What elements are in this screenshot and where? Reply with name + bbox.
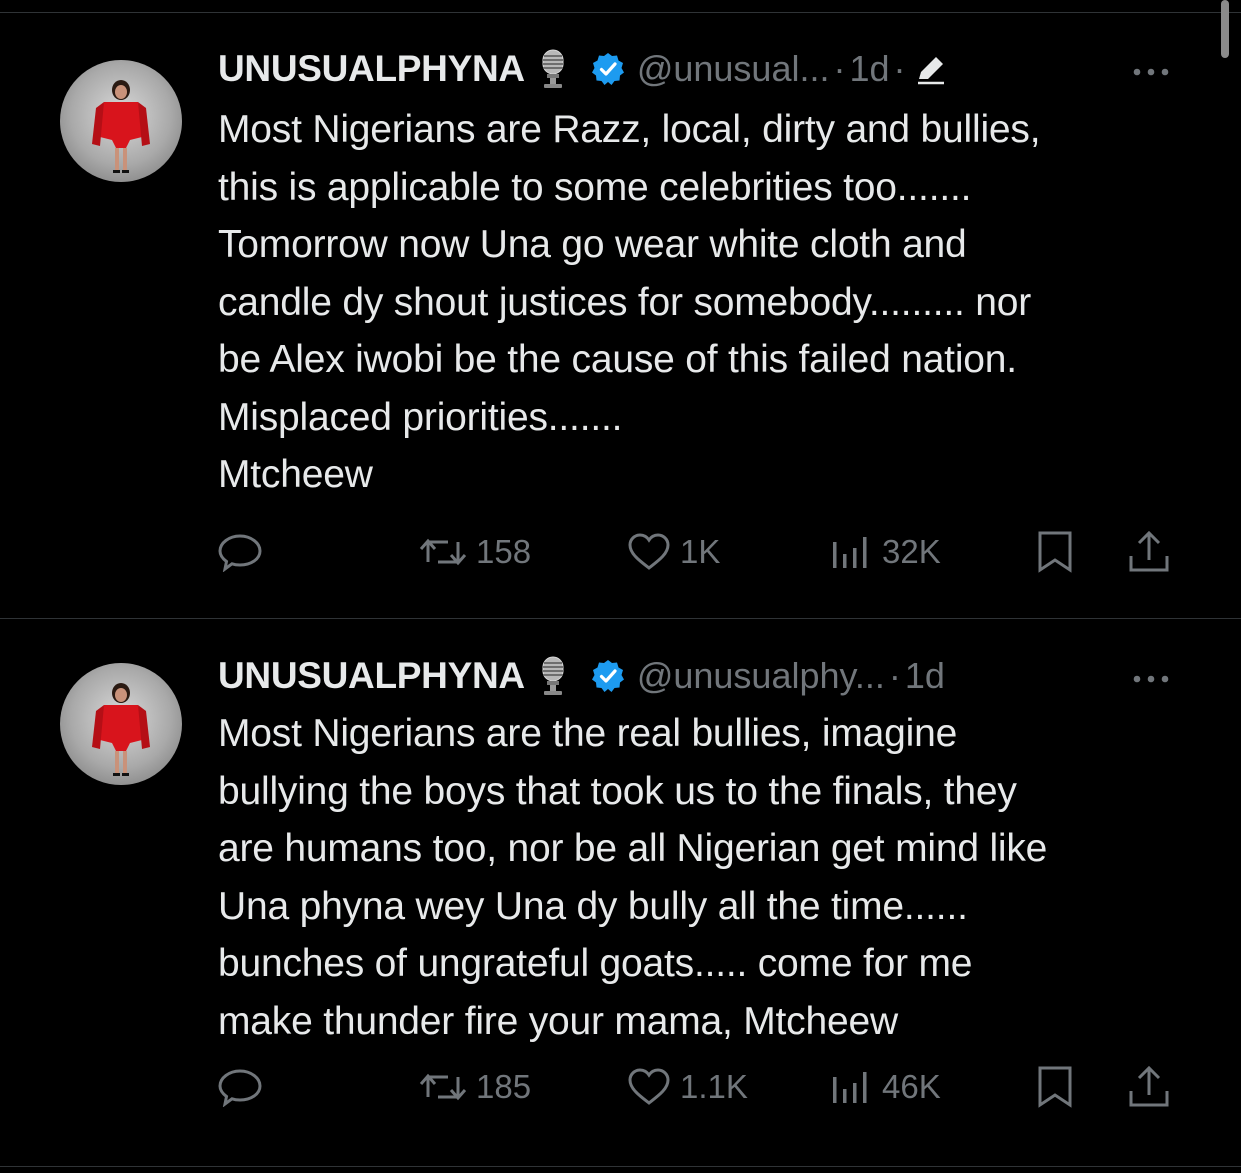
- more-icon[interactable]: [1131, 672, 1171, 684]
- views-count: 32K: [882, 533, 941, 570]
- tweet-text: Most Nigerians are Razz, local, dirty an…: [218, 108, 1041, 496]
- tweet-divider: [0, 618, 1241, 619]
- separator-dot: ·: [888, 655, 901, 696]
- reply-icon: [218, 1069, 262, 1107]
- tweet-text: Most Nigerians are the real bullies, ima…: [218, 712, 1048, 1043]
- bookmark-icon: [1038, 531, 1072, 573]
- avatar-image: [92, 80, 150, 173]
- retweet-icon: [419, 538, 467, 566]
- reply-button[interactable]: [218, 527, 264, 577]
- views-button[interactable]: 46K: [830, 1062, 941, 1112]
- share-button[interactable]: [1126, 1062, 1172, 1112]
- display-name[interactable]: UNUSUALPHYNA: [218, 48, 525, 90]
- share-icon: [1129, 530, 1169, 572]
- reply-icon: [218, 534, 262, 572]
- tweet-divider: [0, 1166, 1241, 1167]
- like-icon: [628, 1068, 670, 1105]
- avatar[interactable]: [60, 60, 182, 182]
- avatar-image: [92, 683, 150, 776]
- like-button[interactable]: 1.1K: [626, 1062, 748, 1112]
- retweet-icon: [419, 1073, 467, 1101]
- like-icon: [628, 533, 670, 570]
- share-button[interactable]: [1126, 527, 1172, 577]
- tweet-header: UNUSUALPHYNA @unusualphy... · 1d: [218, 652, 945, 700]
- timestamp[interactable]: 1d: [849, 48, 889, 90]
- retweet-button[interactable]: 158: [418, 527, 531, 577]
- views-icon: [833, 1072, 867, 1103]
- bookmark-icon: [1038, 1066, 1072, 1108]
- separator-dot: ·: [833, 48, 846, 89]
- microphone-emoji-icon: [537, 656, 569, 696]
- reply-button[interactable]: [218, 1062, 264, 1112]
- views-icon: [833, 537, 867, 568]
- views-button[interactable]: 32K: [830, 527, 941, 577]
- tweet-actions: 158 1K 32K: [0, 527, 1241, 577]
- user-handle[interactable]: @unusualphy...: [637, 655, 885, 697]
- bookmark-button[interactable]: [1036, 1062, 1074, 1112]
- tweet-actions: 185 1.1K 46K: [0, 1062, 1241, 1112]
- verified-badge-icon[interactable]: [591, 659, 625, 693]
- more-icon[interactable]: [1131, 65, 1171, 77]
- display-name[interactable]: UNUSUALPHYNA: [218, 655, 525, 697]
- like-count: 1.1K: [680, 1068, 748, 1105]
- avatar[interactable]: [60, 663, 182, 785]
- edit-pencil-icon[interactable]: [914, 52, 948, 86]
- views-count: 46K: [882, 1068, 941, 1105]
- tweet[interactable]: UNUSUALPHYNA @unusualphy... · 1d Most Ni…: [0, 620, 1241, 1165]
- retweet-count: 185: [476, 1068, 532, 1105]
- tweet[interactable]: UNUSUALPHYNA @unusual... · 1d · Most Nig…: [0, 13, 1241, 618]
- timestamp[interactable]: 1d: [905, 655, 945, 697]
- separator-dot: ·: [893, 48, 906, 89]
- user-handle[interactable]: @unusual...: [637, 48, 830, 90]
- like-count: 1K: [680, 533, 721, 570]
- retweet-count: 158: [476, 533, 532, 570]
- tweet-header: UNUSUALPHYNA @unusual... · 1d ·: [218, 45, 948, 93]
- microphone-emoji-icon: [537, 49, 569, 89]
- verified-badge-icon[interactable]: [591, 52, 625, 86]
- like-button[interactable]: 1K: [626, 527, 720, 577]
- retweet-button[interactable]: 185: [418, 1062, 531, 1112]
- bookmark-button[interactable]: [1036, 527, 1074, 577]
- share-icon: [1129, 1065, 1169, 1107]
